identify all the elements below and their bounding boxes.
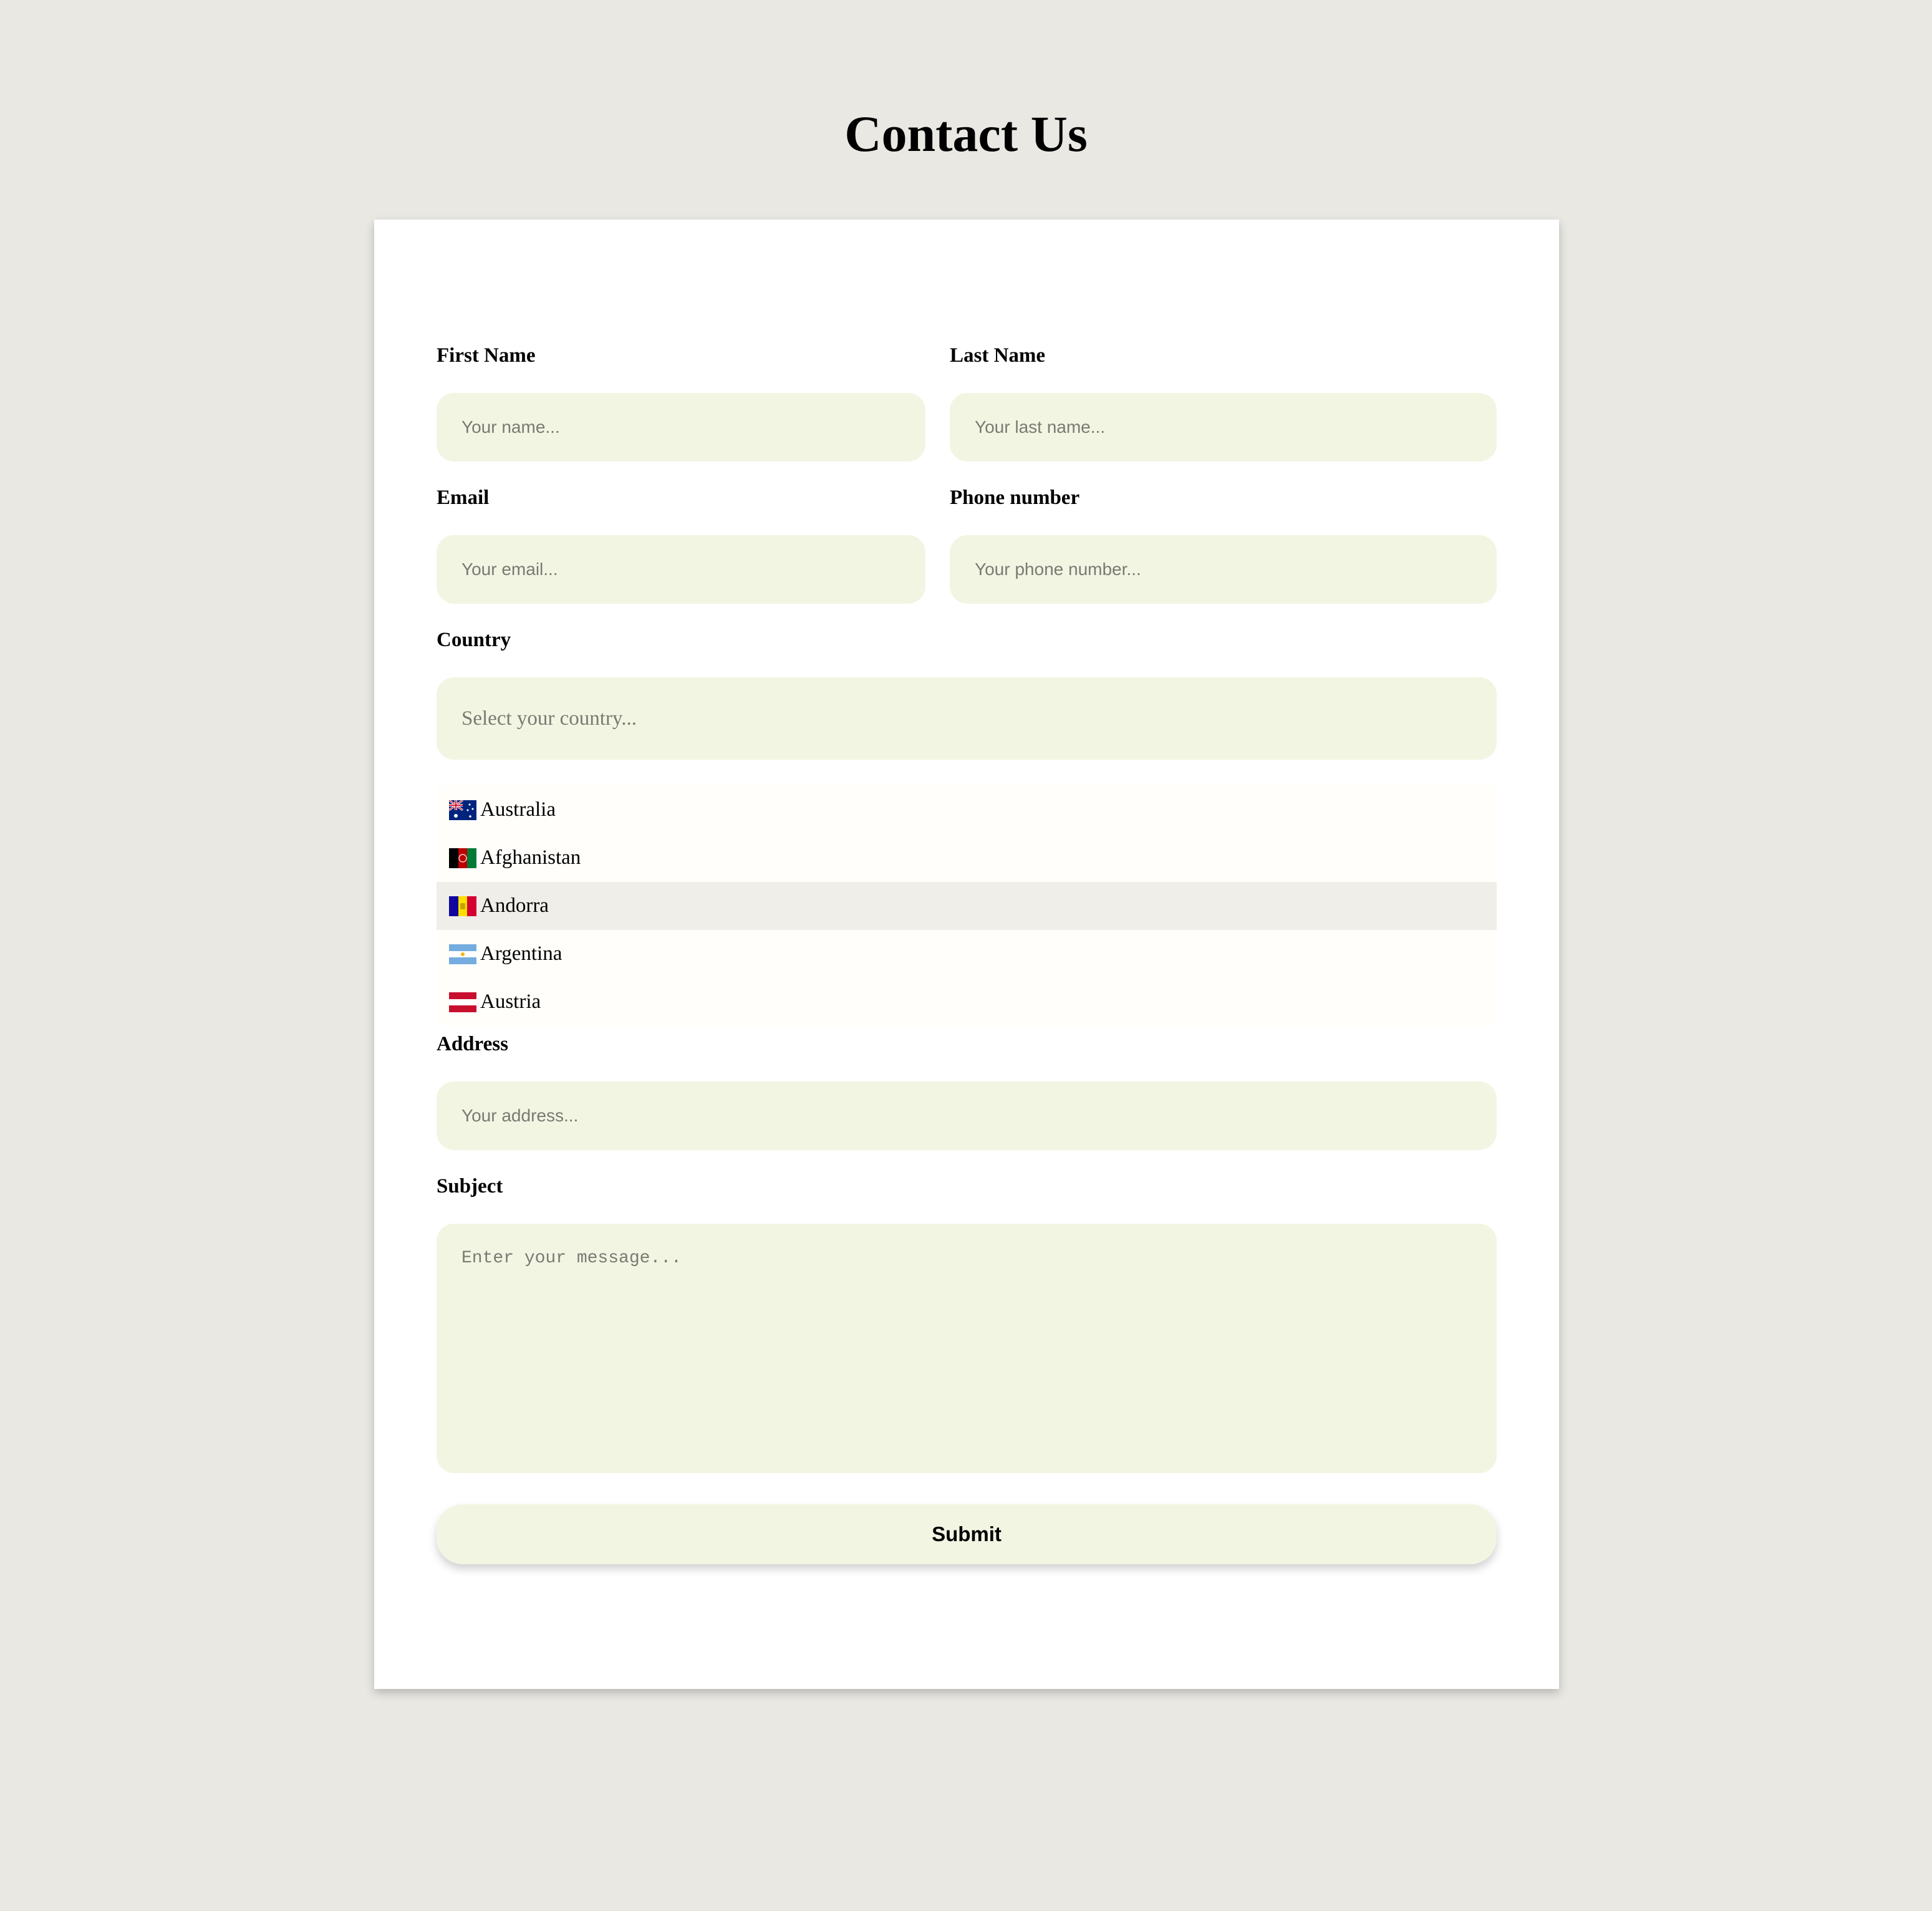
email-input[interactable] [437,535,925,604]
last-name-input[interactable] [950,393,1497,462]
first-name-input[interactable] [437,393,925,462]
address-label: Address [437,1033,508,1055]
flag-afghanistan-icon [449,848,476,868]
country-option-label: Austria [480,990,541,1013]
email-label: Email [437,486,490,509]
subject-textarea[interactable] [437,1224,1497,1473]
first-name-label: First Name [437,344,536,367]
page-title: Contact Us [844,105,1088,162]
country-option-australia[interactable]: Australia [437,786,1497,834]
flag-andorra-icon [449,896,476,916]
country-option-label: Afghanistan [480,846,581,869]
subject-label: Subject [437,1175,503,1197]
country-option-austria[interactable]: Austria [437,978,1497,1026]
flag-argentina-icon [449,944,476,964]
phone-input[interactable] [950,535,1497,604]
country-option-afghanistan[interactable]: Afghanistan [437,834,1497,882]
country-select-input[interactable] [437,677,1497,760]
address-input[interactable] [437,1081,1497,1150]
flag-austria-icon [449,992,476,1012]
flag-australia-icon [449,800,476,820]
last-name-label: Last Name [950,344,1046,367]
country-dropdown-list: Australia Afghanistan Andorra Argentina … [437,786,1497,1026]
country-option-label: Andorra [480,894,549,917]
country-option-andorra[interactable]: Andorra [437,882,1497,930]
country-label: Country [437,629,511,651]
submit-button[interactable]: Submit [437,1504,1497,1564]
country-option-label: Australia [480,798,556,821]
country-option-argentina[interactable]: Argentina [437,930,1497,978]
contact-form-card: First Name Last Name Email Phone number … [374,220,1559,1689]
phone-label: Phone number [950,486,1080,509]
country-option-label: Argentina [480,942,563,965]
